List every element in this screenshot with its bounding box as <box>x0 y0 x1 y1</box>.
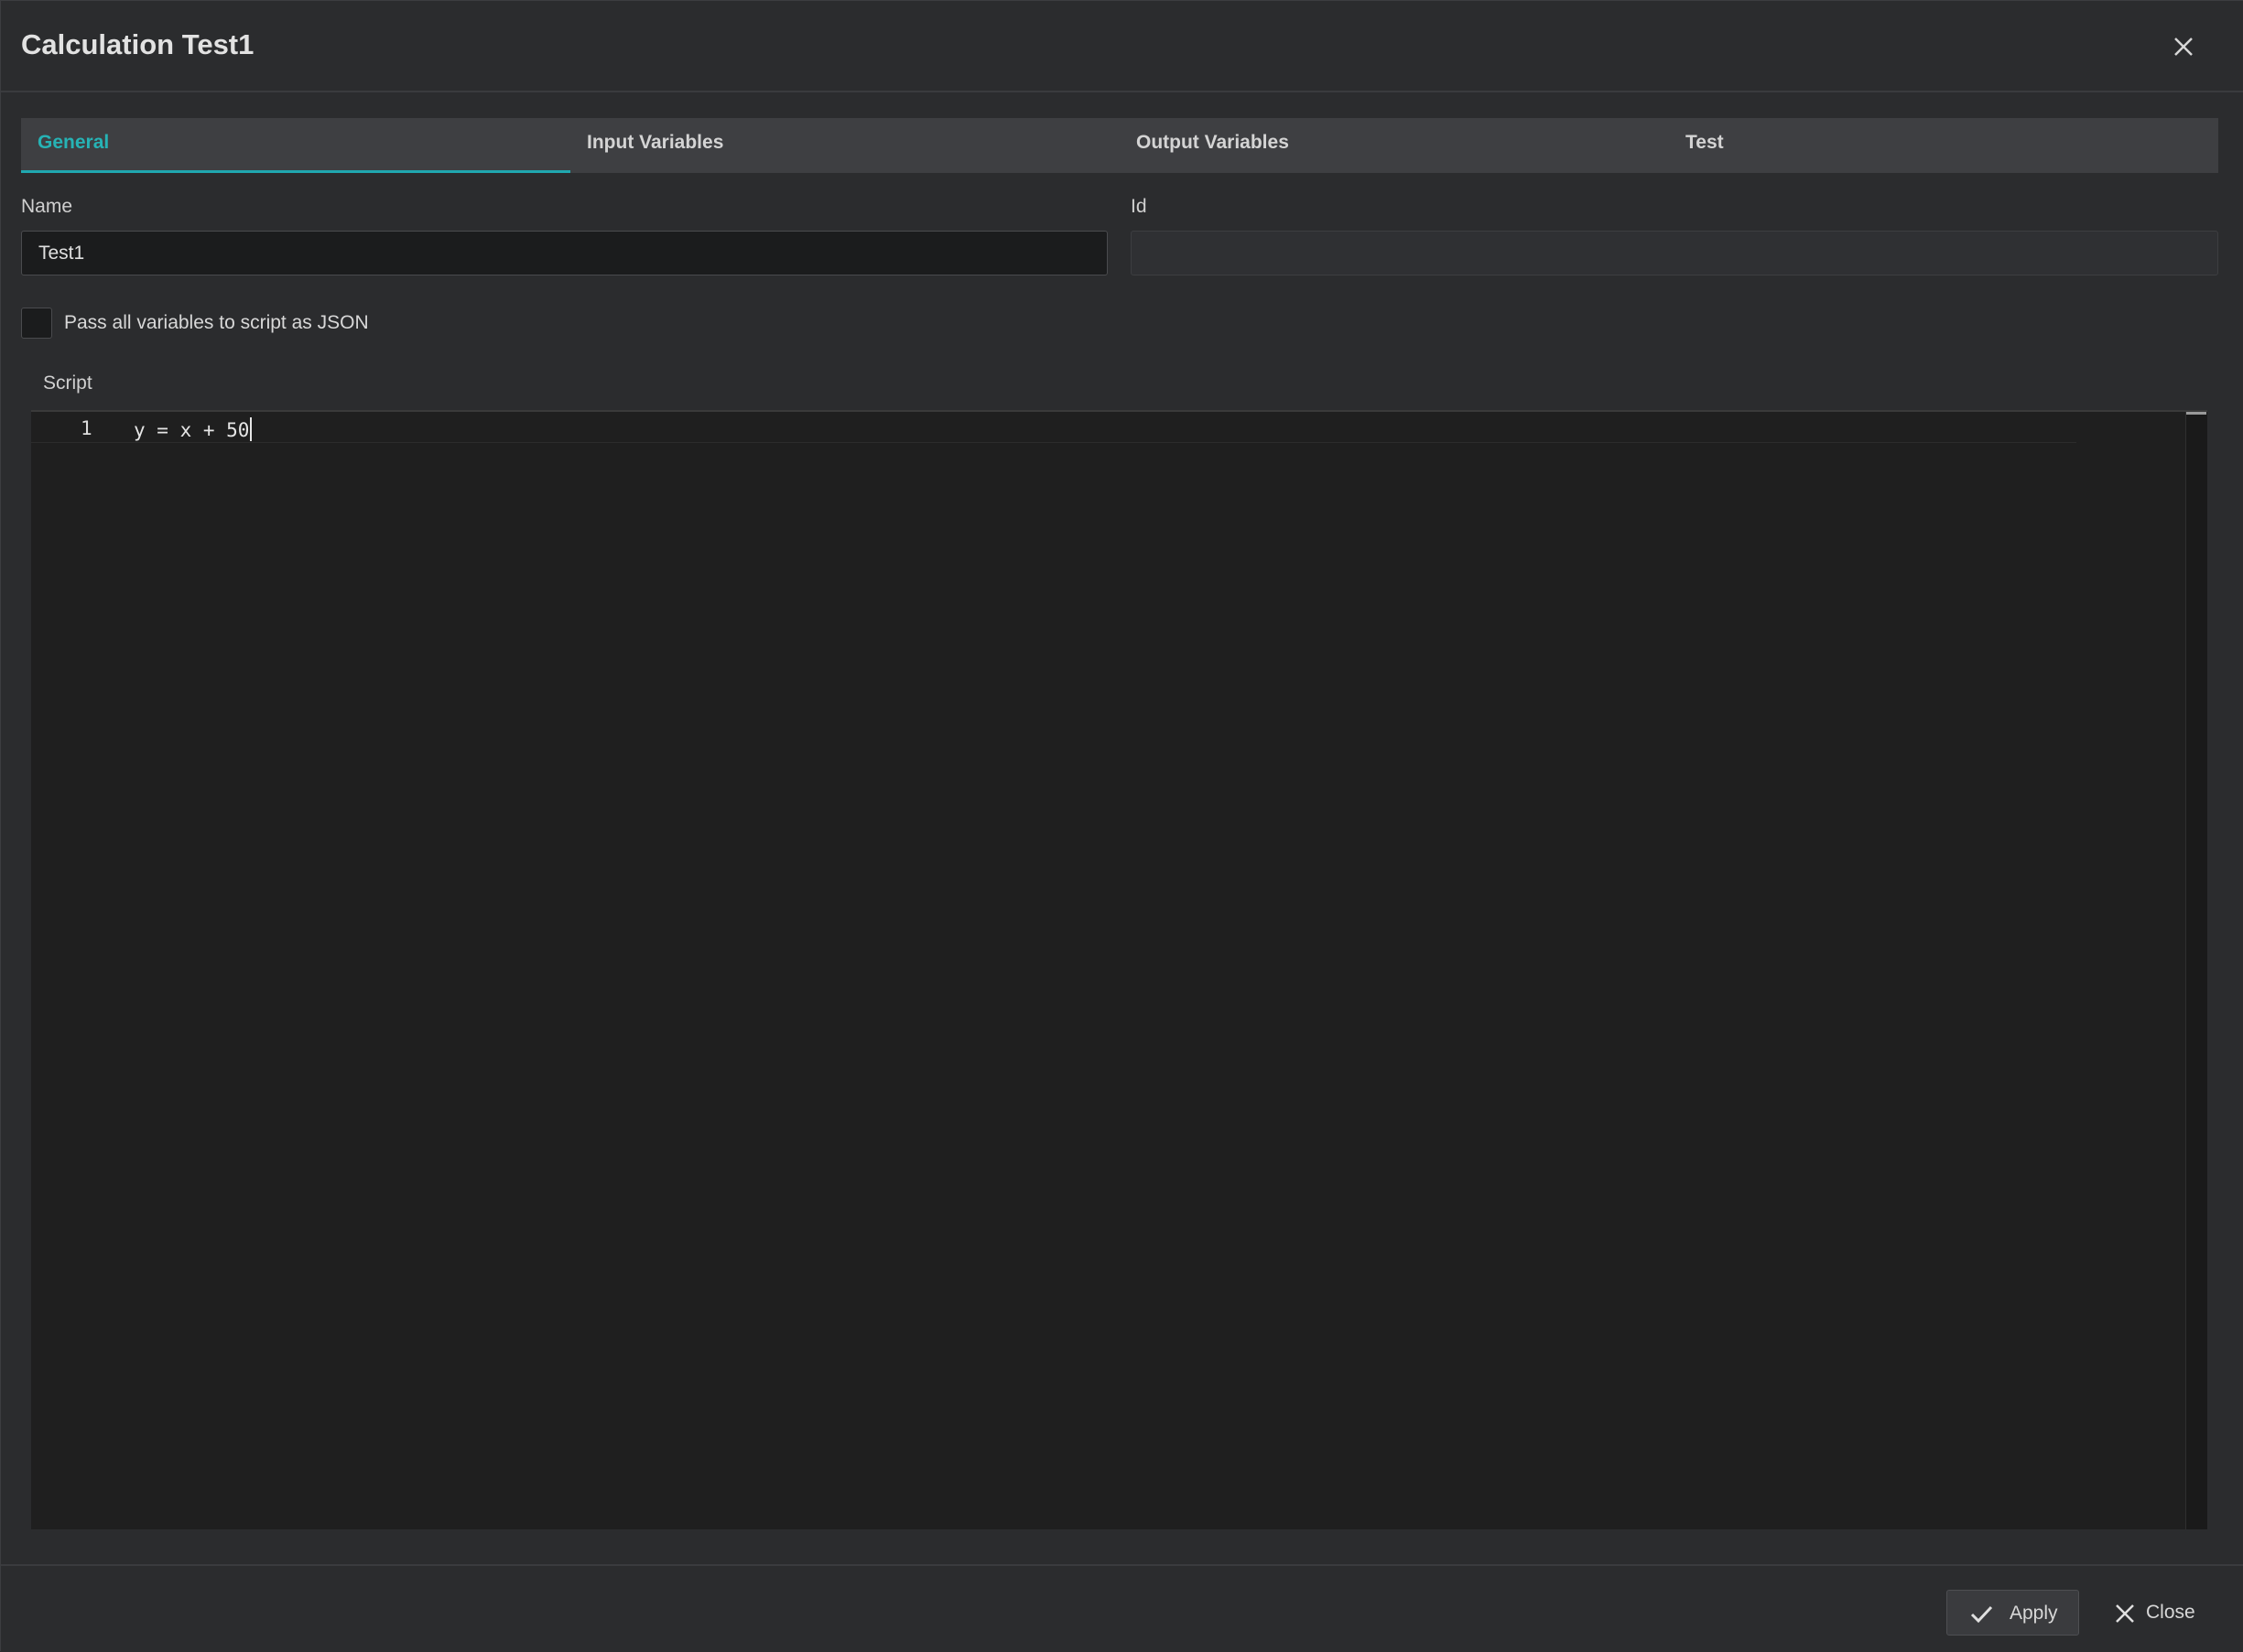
text-cursor <box>250 417 253 441</box>
scrollbar-marker <box>2186 412 2206 415</box>
dialog-footer: Apply Close <box>1 1564 2243 1652</box>
calculation-dialog: Calculation Test1 General Input Variable… <box>0 0 2243 1651</box>
id-field[interactable] <box>1131 231 2218 275</box>
tab-general-label: General <box>38 132 110 153</box>
name-field[interactable]: Test1 <box>21 231 1108 275</box>
dialog-title: Calculation Test1 <box>21 28 255 60</box>
line-number: 1 <box>81 417 92 439</box>
editor-scrollbar[interactable] <box>2185 412 2207 1529</box>
check-icon <box>1969 1603 1993 1626</box>
code-text: y = x + 50 <box>134 419 250 441</box>
name-label: Name <box>21 196 73 217</box>
close-icon <box>2113 1602 2137 1625</box>
id-label: Id <box>1131 196 1147 217</box>
tab-test[interactable]: Test <box>1669 118 2218 173</box>
close-icon[interactable] <box>2165 28 2202 65</box>
tab-input-variables-label: Input Variables <box>587 132 724 153</box>
tab-output-variables-label: Output Variables <box>1136 132 1289 153</box>
script-editor[interactable]: 1 y = x + 50 <box>31 410 2207 1529</box>
json-checkbox-label[interactable]: Pass all variables to script as JSON <box>64 312 369 334</box>
close-button-label: Close <box>2146 1602 2195 1623</box>
tab-output-variables[interactable]: Output Variables <box>1120 118 1669 173</box>
apply-button-label: Apply <box>2010 1603 2058 1624</box>
tab-general[interactable]: General <box>21 118 570 173</box>
current-line-highlight <box>31 412 2076 443</box>
close-button[interactable]: Close <box>2102 1590 2221 1636</box>
apply-button[interactable]: Apply <box>1946 1590 2079 1636</box>
dialog-header: Calculation Test1 <box>1 1 2243 92</box>
tab-bar: General Input Variables Output Variables… <box>21 118 2218 173</box>
json-checkbox[interactable] <box>21 308 52 339</box>
script-label: Script <box>43 373 92 394</box>
tab-input-variables[interactable]: Input Variables <box>570 118 1120 173</box>
tab-test-label: Test <box>1685 132 1724 153</box>
code-line[interactable]: y = x + 50 <box>134 417 253 441</box>
